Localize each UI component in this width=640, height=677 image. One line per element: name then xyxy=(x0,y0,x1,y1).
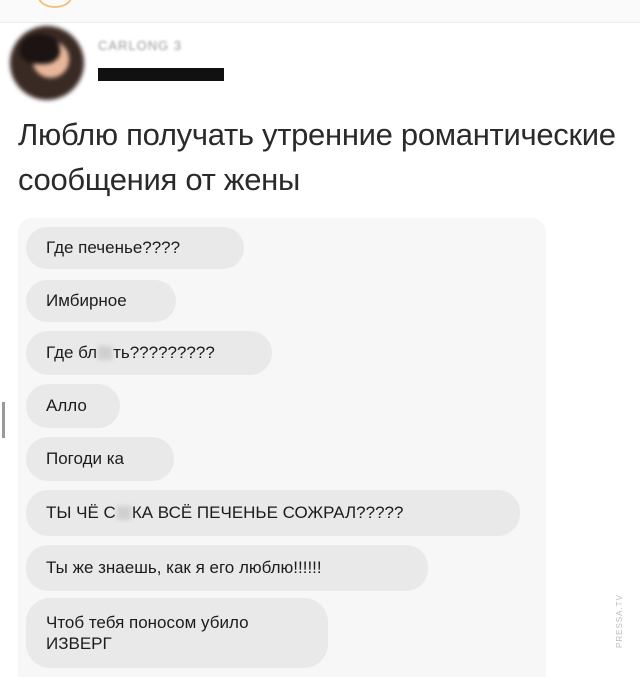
post-header: CARLONG 3 xyxy=(10,24,630,104)
message-text: Погоди ка xyxy=(46,449,124,468)
message-text: Чтоб тебя поносом убило ИЗВЕРГ xyxy=(46,613,249,653)
message-text-part: ТЫ ЧЁ С xyxy=(46,503,116,522)
message-text-part: Где бл xyxy=(46,343,98,362)
redacted-name-bar xyxy=(98,68,224,81)
message-text-part: КА ВСЁ ПЕЧЕНЬЕ СОЖРАЛ????? xyxy=(131,503,404,522)
message-text: Имбирное xyxy=(46,291,127,310)
top-strip xyxy=(0,0,640,23)
avatar[interactable] xyxy=(10,26,84,100)
watermark: PRESSA.TV xyxy=(615,594,624,648)
message-bubble: Погоди ка xyxy=(26,437,174,481)
message-text: Где печенье???? xyxy=(46,238,181,257)
message-bubble: Где печенье???? xyxy=(26,227,244,269)
message-bubble: Ты же знаешь, как я его люблю!!!!!! xyxy=(26,545,428,591)
message-text: Алло xyxy=(46,396,87,415)
message-bubble: ТЫ ЧЁ С КА ВСЁ ПЕЧЕНЬЕ СОЖРАЛ????? xyxy=(26,490,520,536)
message-text-part: ть????????? xyxy=(113,343,215,362)
username[interactable]: CARLONG 3 xyxy=(98,38,182,53)
message-text: Ты же знаешь, как я его люблю!!!!!! xyxy=(46,558,322,577)
message-bubble: Где бл ть????????? xyxy=(26,331,272,375)
post-caption: Люблю получать утренние романтические со… xyxy=(18,117,616,197)
message-bubble: Имбирное xyxy=(26,280,176,322)
edge-mark xyxy=(2,402,5,438)
message-bubble: Алло xyxy=(26,384,120,428)
top-decoration xyxy=(38,0,72,8)
message-bubble: Чтоб тебя поносом убило ИЗВЕРГ xyxy=(26,598,328,668)
censor-blur xyxy=(98,346,113,360)
censor-blur xyxy=(116,506,131,520)
